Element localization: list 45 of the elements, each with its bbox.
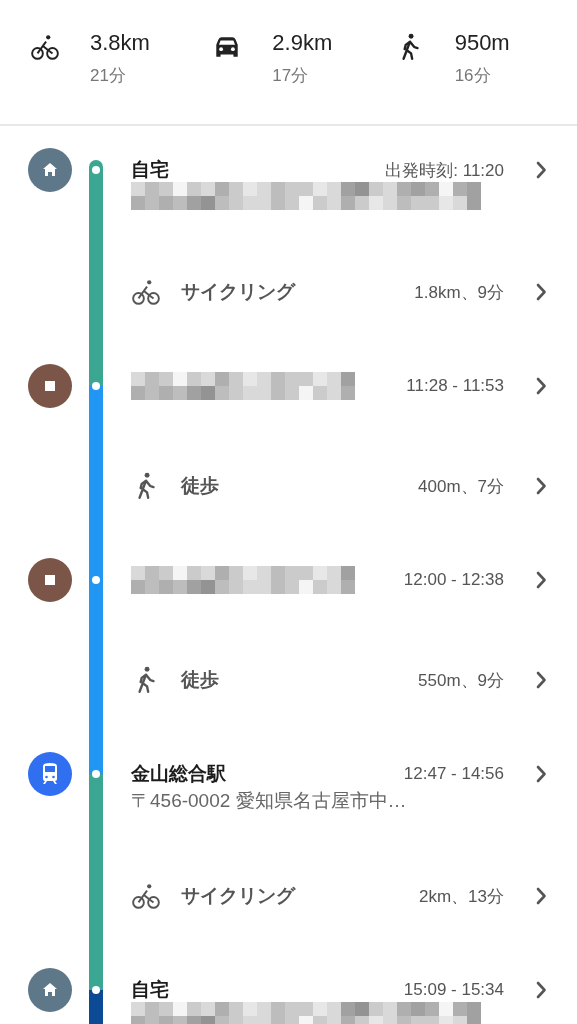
chevron-right-icon[interactable] bbox=[534, 282, 547, 302]
stop-dot bbox=[92, 986, 100, 994]
travel-mode-label: 徒歩 bbox=[181, 474, 219, 498]
stop-icon bbox=[28, 558, 72, 602]
chevron-right-icon[interactable] bbox=[534, 476, 547, 496]
chevron-right-icon[interactable] bbox=[534, 980, 547, 1000]
distance-duration-text: 550m、9分 bbox=[418, 669, 504, 692]
chevron-right-icon[interactable] bbox=[534, 160, 547, 180]
distance-duration-text: 2km、13分 bbox=[418, 885, 504, 908]
stop-dot bbox=[92, 166, 100, 174]
travel-mode-label: 徒歩 bbox=[181, 668, 219, 692]
home-icon bbox=[28, 148, 72, 192]
train-icon bbox=[28, 752, 72, 796]
time-text: 15:09 - 15:34 bbox=[403, 980, 504, 1000]
chevron-right-icon[interactable] bbox=[534, 764, 547, 784]
chevron-right-icon[interactable] bbox=[534, 670, 547, 690]
address-text: 〒456-0002 愛知県名古屋市中… bbox=[131, 789, 408, 813]
home-icon bbox=[28, 968, 72, 1012]
bicycle-icon bbox=[131, 277, 161, 307]
travel-mode-label: サイクリング bbox=[181, 280, 295, 304]
duration-text: 17分 bbox=[272, 65, 310, 87]
time-text: 12:00 - 12:38 bbox=[403, 570, 504, 590]
place-name: 自宅 bbox=[131, 158, 169, 182]
distance-text: 950m bbox=[454, 30, 510, 56]
distance-duration-text: 400m、7分 bbox=[418, 475, 504, 498]
chevron-right-icon[interactable] bbox=[534, 376, 547, 396]
time-text: 出発時刻: 11:20 bbox=[385, 159, 504, 182]
stop-dot bbox=[92, 382, 100, 390]
stop-dot bbox=[92, 770, 100, 778]
distance-duration-text: 1.8km、9分 bbox=[414, 281, 504, 304]
stop-dot bbox=[92, 576, 100, 584]
chevron-right-icon[interactable] bbox=[534, 570, 547, 590]
time-text: 12:47 - 14:56 bbox=[403, 764, 504, 784]
place-name: 金山総合駅 bbox=[131, 762, 226, 786]
bicycle-icon bbox=[30, 32, 60, 62]
distance-text: 2.9km bbox=[272, 30, 333, 56]
stop-icon bbox=[28, 364, 72, 408]
chevron-right-icon[interactable] bbox=[534, 886, 547, 906]
distance-text: 3.8km bbox=[90, 30, 150, 56]
duration-text: 21分 bbox=[90, 65, 127, 87]
place-name: 自宅 bbox=[131, 978, 169, 1002]
time-text: 11:28 - 11:53 bbox=[406, 376, 504, 396]
duration-text: 16分 bbox=[454, 65, 492, 87]
bicycle-icon bbox=[131, 881, 161, 911]
travel-mode-label: サイクリング bbox=[181, 884, 295, 908]
